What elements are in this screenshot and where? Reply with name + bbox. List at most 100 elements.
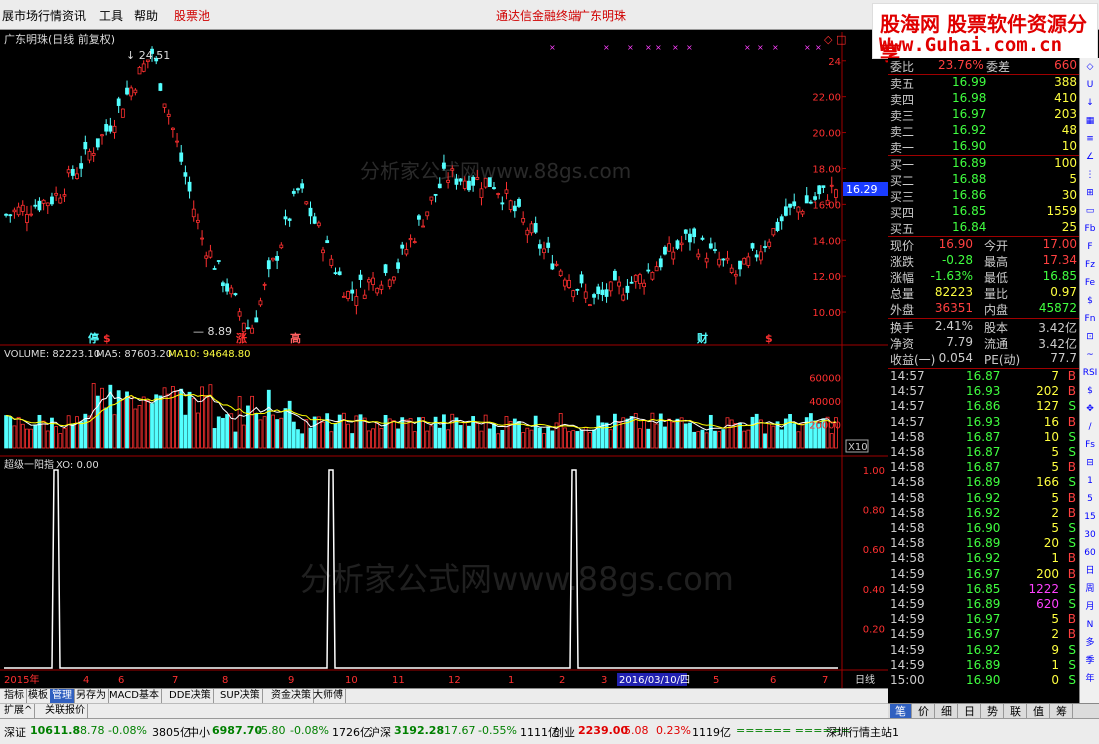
tick-direction: B <box>1067 551 1076 566</box>
tool-button[interactable]: ~ <box>1081 347 1099 364</box>
event-marker[interactable]: 高 <box>290 331 301 345</box>
stat-label: 总量 <box>890 287 915 301</box>
panel-tab[interactable]: 筹 <box>1051 704 1073 719</box>
panel-tab[interactable]: 日 <box>959 704 981 719</box>
tool-button[interactable]: ▭ <box>1081 203 1099 220</box>
kline-chart-area[interactable]: 广东明珠(日线 前复权) 分析家公式网www.88gs.com 分析家公式网ww… <box>0 30 888 708</box>
event-marker[interactable]: 财 <box>696 331 708 345</box>
candle-body <box>783 206 788 216</box>
tool-button[interactable]: / <box>1081 419 1099 436</box>
chart-canvas[interactable]: 广东明珠(日线 前复权) 分析家公式网www.88gs.com 分析家公式网ww… <box>0 30 888 688</box>
tool-button[interactable]: 60 <box>1081 545 1099 562</box>
volume-bar <box>91 383 96 449</box>
wei-cha-label: 委差 <box>986 60 1011 74</box>
tool-button[interactable]: 多 <box>1081 635 1099 652</box>
panel-tab[interactable]: 联 <box>1005 704 1027 719</box>
tick-direction: B <box>1067 460 1076 475</box>
tick-direction: B <box>1067 384 1076 399</box>
tool-button[interactable]: 30 <box>1081 527 1099 544</box>
date-tick-label: 4 <box>83 675 89 686</box>
tool-button[interactable]: ⋮ <box>1081 167 1099 184</box>
indicator-tab[interactable]: 资金决策 <box>269 689 314 703</box>
tool-button[interactable]: 15 <box>1081 509 1099 526</box>
candle-body <box>254 317 259 323</box>
menu-help[interactable]: 帮助 <box>134 7 158 24</box>
indicator-tab[interactable]: 指标 <box>2 689 27 703</box>
volume-bar <box>33 424 38 449</box>
event-marker[interactable]: $ <box>103 332 111 345</box>
indicator-tab[interactable]: 模板 <box>26 689 51 703</box>
menu-stock-pool[interactable]: 股票池 <box>174 7 210 24</box>
panel-tab[interactable]: 细 <box>936 704 958 719</box>
panel-tab[interactable]: 笔 <box>890 704 912 719</box>
period-label[interactable]: 日线 <box>855 673 875 686</box>
volume-bar <box>442 414 446 449</box>
candle-body <box>458 178 463 182</box>
event-marker[interactable]: 停 <box>88 331 99 345</box>
tool-button[interactable]: ✥ <box>1081 401 1099 418</box>
candle-body <box>650 272 655 280</box>
tool-button[interactable]: ⊟ <box>1081 455 1099 472</box>
tool-button[interactable]: ⊞ <box>1081 185 1099 202</box>
tool-button[interactable]: $ <box>1081 293 1099 310</box>
event-marker[interactable]: 涨 <box>236 331 247 345</box>
stat-value: 17.34 <box>1042 253 1077 267</box>
tool-button[interactable]: 年 <box>1081 671 1099 688</box>
tool-button[interactable]: RSI <box>1081 365 1099 382</box>
tool-button[interactable]: 5 <box>1081 491 1099 508</box>
panel-tab[interactable]: 价 <box>913 704 935 719</box>
candle-body <box>29 213 34 216</box>
indicator-tab[interactable]: 大师傅 <box>311 689 346 703</box>
extension-tab[interactable]: 关联报价 <box>43 704 88 718</box>
bid-price: 16.88 <box>952 172 987 186</box>
volume-bar <box>425 430 430 449</box>
tool-button[interactable]: 月 <box>1081 599 1099 616</box>
sz-change: -8.78 <box>76 724 105 737</box>
tick-price: 16.92 <box>966 490 1001 505</box>
tool-button[interactable]: Fz <box>1081 257 1099 274</box>
menu-news[interactable]: 资讯 <box>62 7 86 24</box>
tool-button[interactable]: 1 <box>1081 473 1099 490</box>
tool-button[interactable]: 周 <box>1081 581 1099 598</box>
indicator-tab[interactable]: DDE决策 <box>167 689 214 703</box>
tool-button[interactable]: Fb <box>1081 221 1099 238</box>
tool-button[interactable]: ≡ <box>1081 131 1099 148</box>
candle-body <box>375 287 380 294</box>
panel-tab[interactable]: 势 <box>982 704 1004 719</box>
chart-corner-icon[interactable]: ◇ □ <box>824 33 846 46</box>
candle-body <box>95 138 100 148</box>
tool-button[interactable]: ⊡ <box>1081 329 1099 346</box>
indicator-tab[interactable]: SUP决策 <box>218 689 263 703</box>
volume-bar <box>329 431 334 449</box>
tool-button[interactable]: $ <box>1081 383 1099 400</box>
panel-tab[interactable]: 值 <box>1028 704 1050 719</box>
volume-bar <box>483 414 488 449</box>
tool-button[interactable]: 日 <box>1081 563 1099 580</box>
server-name[interactable]: 深圳行情主站1 <box>826 724 899 740</box>
tool-button[interactable]: ↓ <box>1081 95 1099 112</box>
candle-body <box>763 246 767 248</box>
extension-tab[interactable]: 扩展^ <box>2 704 36 718</box>
tool-button[interactable]: N <box>1081 617 1099 634</box>
indicator-tab[interactable]: MACD基本 <box>107 689 162 703</box>
volume-bar <box>221 417 225 449</box>
tool-button[interactable]: Fe <box>1081 275 1099 292</box>
volume-bar <box>275 419 280 449</box>
tool-button[interactable]: ▦ <box>1081 113 1099 130</box>
menu-market[interactable]: 展市场行情 <box>2 7 62 24</box>
tick-volume: 1 <box>1051 657 1059 672</box>
volume-bar <box>150 403 154 449</box>
tool-button[interactable]: ◇ <box>1081 59 1099 76</box>
candle-body <box>187 181 192 192</box>
tool-button[interactable]: ∠ <box>1081 149 1099 166</box>
tool-button[interactable]: 季 <box>1081 653 1099 670</box>
indicator-tab[interactable]: 管理 <box>50 689 75 703</box>
candle-body <box>433 193 438 196</box>
tool-button[interactable]: Fs <box>1081 437 1099 454</box>
tool-button[interactable]: Fn <box>1081 311 1099 328</box>
tool-button[interactable]: F <box>1081 239 1099 256</box>
menu-tools[interactable]: 工具 <box>99 7 123 24</box>
indicator-tab[interactable]: 另存为 <box>74 689 109 703</box>
event-marker[interactable]: $ <box>765 332 773 345</box>
tool-button[interactable]: U <box>1081 77 1099 94</box>
